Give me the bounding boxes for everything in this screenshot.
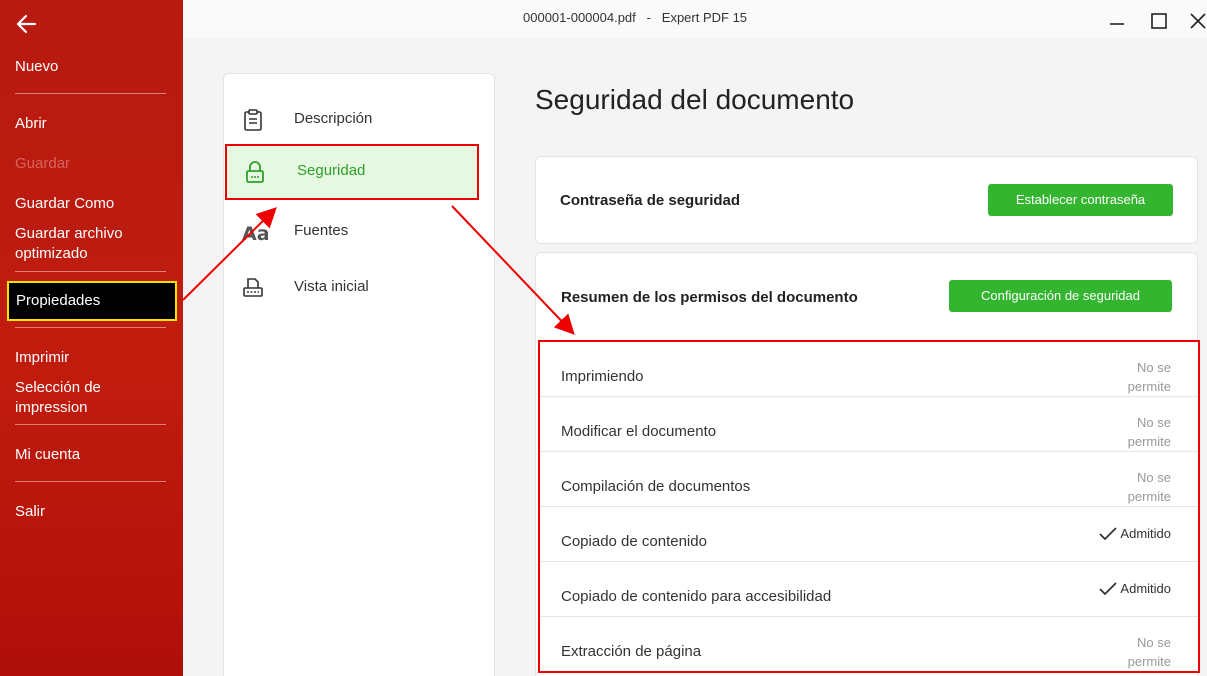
permission-status: No se permite [1127,415,1171,449]
permission-status-text: Admitido [1120,581,1171,596]
permission-row: Extracción de página No se permite [540,617,1198,672]
permission-status-text: Admitido [1120,526,1171,541]
minimize-icon[interactable] [1108,12,1126,30]
permissions-label: Resumen de los permisos del documento [561,289,858,306]
permissions-list: Imprimiendo No se permite Modificar el d… [538,340,1200,673]
permission-row: Copiado de contenido para accesibilidad … [540,562,1198,617]
permission-row: Copiado de contenido Admitido [540,507,1198,562]
title-bar: 000001-000004.pdf - Expert PDF 15 [183,0,1207,38]
panel-item-vista-inicial[interactable]: Vista inicial [224,260,494,316]
close-icon[interactable] [1189,12,1207,30]
window-title: 000001-000004.pdf - Expert PDF 15 [523,10,748,25]
page-title: Seguridad del documento [535,84,855,115]
nav-abrir[interactable]: Abrir [15,114,47,134]
nav-propiedades[interactable]: Propiedades [7,281,177,321]
back-arrow-icon[interactable] [14,12,40,36]
permission-row: Modificar el documento No se permite [540,397,1198,452]
clipboard-icon [242,108,264,132]
properties-panel: Descripción Seguridad Aa Fuentes Vista i… [223,73,495,676]
lock-icon [244,160,266,184]
divider [15,327,166,328]
nav-guardar-optimizado[interactable]: Guardar archivo optimizado [15,224,165,264]
permission-status: Admitido [1099,526,1171,541]
printer-page-icon [242,276,264,300]
maximize-icon[interactable] [1150,12,1168,30]
password-label: Contraseña de seguridad [560,192,741,209]
panel-item-label: Seguridad [297,162,366,179]
permission-name: Copiado de contenido para accesibilidad [561,588,832,605]
panel-item-fuentes[interactable]: Aa Fuentes [224,204,494,260]
nav-nuevo[interactable]: Nuevo [15,57,58,77]
panel-item-label: Descripción [294,110,373,127]
svg-text:Aa: Aa [242,223,268,244]
permission-name: Modificar el documento [561,423,717,440]
permission-name: Copiado de contenido [561,533,707,550]
permission-status: No se permite [1127,470,1171,504]
checkmark-icon [1099,581,1118,595]
panel-item-seguridad[interactable]: Seguridad [225,144,479,200]
permission-name: Extracción de página [561,643,702,660]
security-settings-button[interactable]: Configuración de seguridad [949,280,1172,312]
divider [15,93,166,94]
divider [15,424,166,425]
nav-guardar: Guardar [15,155,71,172]
divider [15,481,166,482]
font-icon: Aa [242,220,270,245]
nav-mi-cuenta[interactable]: Mi cuenta [15,445,80,465]
permission-status: No se permite [1127,360,1171,394]
password-card: Contraseña de seguridad Establecer contr… [535,156,1198,244]
permission-name: Imprimiendo [561,368,644,385]
checkmark-icon [1099,526,1118,540]
permission-status: No se permite [1127,635,1171,669]
permission-row: Compilación de documentos No se permite [540,452,1198,507]
permission-name: Compilación de documentos [561,478,751,495]
permission-status: Admitido [1099,581,1171,596]
nav-imprimir[interactable]: Imprimir [15,348,69,368]
set-password-button[interactable]: Establecer contraseña [988,184,1173,216]
permission-row: Imprimiendo No se permite [540,342,1198,397]
nav-seleccion-impresion[interactable]: Selección de impression [15,378,125,418]
panel-item-descripcion[interactable]: Descripción [224,92,494,148]
panel-item-label: Fuentes [294,222,349,239]
panel-item-label: Vista inicial [294,278,369,295]
sidebar: Nuevo Abrir Guardar Guardar Como Guardar… [0,0,183,676]
divider [15,271,166,272]
nav-guardar-como[interactable]: Guardar Como [15,194,114,214]
nav-salir[interactable]: Salir [15,502,45,522]
